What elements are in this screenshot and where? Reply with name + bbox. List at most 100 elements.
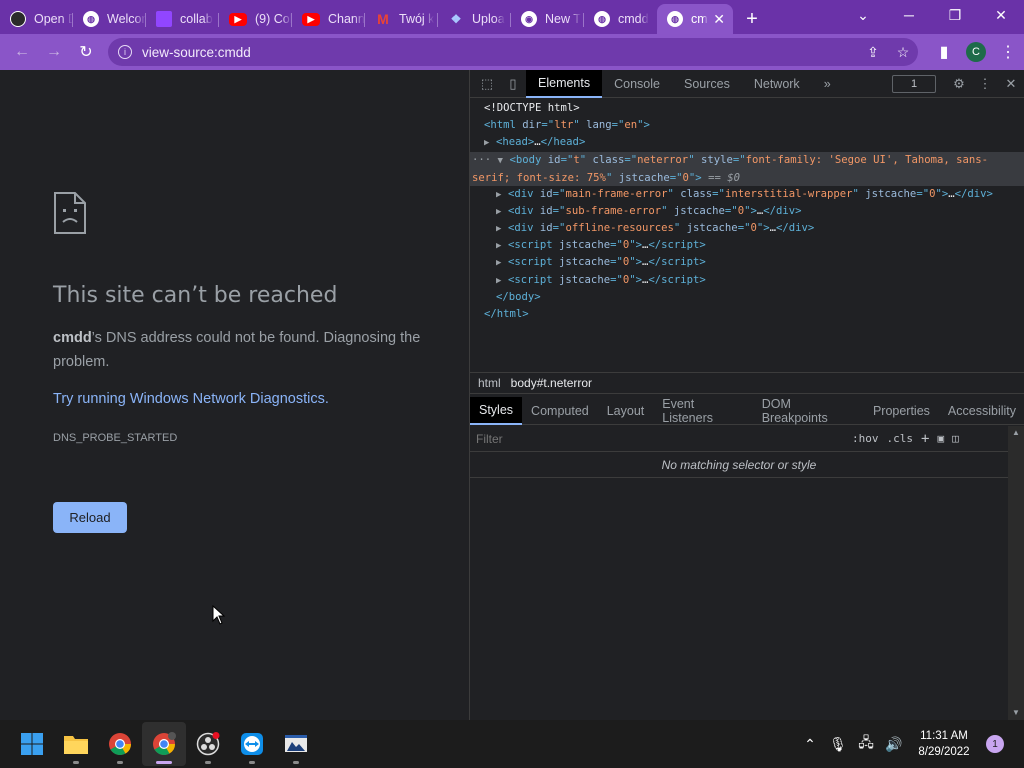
tab-title: New T [545, 12, 581, 26]
dom-node-offline-resources[interactable]: ▶ <div id="offline-resources" jstcache="0… [470, 220, 1024, 237]
styles-filter-input[interactable] [476, 428, 844, 449]
tab-0[interactable]: Open D [0, 4, 73, 34]
forward-button[interactable]: → [38, 36, 70, 68]
dom-node-html[interactable]: <html dir="ltr" lang="en"> [470, 117, 1024, 134]
tab-elements[interactable]: Elements [526, 69, 603, 98]
devtools-menu-icon[interactable]: ⋮ [972, 70, 998, 98]
microphone-icon[interactable]: 🎙 [824, 736, 852, 753]
tab-computed[interactable]: Computed [522, 397, 598, 425]
inspect-element-icon[interactable]: ⬚ [474, 70, 500, 98]
dom-node-body-selected[interactable]: ··· ▼ <body id="t" class="neterror" style… [470, 151, 1024, 186]
file-explorer-icon[interactable] [54, 722, 98, 766]
dom-tree: <!DOCTYPE html> <html dir="ltr" lang="en… [470, 98, 1024, 323]
clock[interactable]: 11:31 AM 8/29/2022 [912, 728, 976, 760]
tab-properties[interactable]: Properties [864, 397, 939, 425]
share-icon[interactable]: ⇪ [858, 44, 888, 61]
error-host: cmdd [53, 330, 92, 346]
tab-3[interactable]: ▶ (9) Col [219, 4, 292, 34]
avatar: C [966, 42, 986, 62]
tab-6[interactable]: ❖ Uploa [438, 4, 511, 34]
breadcrumb: html body#t.neterror [470, 372, 1024, 394]
tab-event-listeners[interactable]: Event Listeners [653, 397, 752, 425]
back-button[interactable]: ← [6, 36, 38, 68]
devtools-panel: ⬚ ▯ Elements Console Sources Network » 1… [469, 69, 1024, 720]
class-toggle[interactable]: .cls [887, 432, 914, 445]
close-window-button[interactable]: ✕ [978, 0, 1024, 30]
more-tabs-icon[interactable]: » [812, 70, 843, 98]
chevron-up-icon[interactable]: ⌃ [796, 736, 824, 753]
dom-node-main-frame-error[interactable]: ▶ <div id="main-frame-error" class="inter… [470, 186, 1024, 203]
tab-layout[interactable]: Layout [598, 397, 654, 425]
dom-node-html-close[interactable]: </html> [470, 306, 1024, 323]
tab-2[interactable]: collab [146, 4, 219, 34]
tab-1[interactable]: ◍ Welcome [73, 4, 146, 34]
side-panel-icon[interactable]: ▮ [928, 36, 960, 68]
error-description: cmdd’s DNS address could not be found. D… [53, 326, 423, 374]
menu-kebab-icon[interactable]: ⋮ [992, 36, 1024, 68]
tab-dom-breakpoints[interactable]: DOM Breakpoints [753, 397, 864, 425]
dom-node-script[interactable]: ▶ <script jstcache="0">…</script> [470, 237, 1024, 254]
scroll-up-icon[interactable]: ▲ [1008, 426, 1024, 440]
new-tab-button[interactable]: + [737, 4, 767, 34]
teamviewer-taskbar-icon[interactable] [230, 722, 274, 766]
scroll-down-icon[interactable]: ▼ [1008, 706, 1024, 720]
error-code: DNS_PROBE_STARTED [53, 432, 178, 444]
minimize-button[interactable]: ─ [886, 0, 932, 30]
tab-9-active[interactable]: ◍ cm ✕ [657, 4, 733, 34]
close-tab-icon[interactable]: ✕ [713, 11, 725, 28]
tab-styles[interactable]: Styles [470, 396, 523, 425]
reload-page-button[interactable]: ↻ [70, 36, 102, 68]
toggle-sidebar-icon[interactable]: ◫ [952, 432, 959, 445]
info-icon[interactable]: i [118, 45, 132, 59]
dom-node-script[interactable]: ▶ <script jstcache="0">…</script> [470, 272, 1024, 289]
reload-button[interactable]: Reload [53, 502, 127, 533]
issues-counter[interactable]: 1 [892, 75, 936, 93]
tab-5[interactable]: M Twój k [365, 4, 438, 34]
tab-7[interactable]: ◉ New T [511, 4, 584, 34]
app-window-taskbar-icon[interactable] [274, 722, 318, 766]
restore-button[interactable]: ❐ [932, 0, 978, 30]
system-tray: ⌃ 🎙 🖧 🔊 11:31 AM 8/29/2022 1 [796, 720, 1024, 768]
styles-scrollbar[interactable]: ▲ ▼ [1008, 426, 1024, 720]
error-page: This site can’t be reached cmdd’s DNS ad… [0, 70, 469, 720]
dom-node-sub-frame-error[interactable]: ▶ <div id="sub-frame-error" jstcache="0">… [470, 203, 1024, 220]
tab-accessibility[interactable]: Accessibility [939, 397, 1024, 425]
profile-button[interactable]: C [960, 36, 992, 68]
tab-title: Twój k [399, 12, 435, 26]
settings-gear-icon[interactable]: ⚙ [946, 70, 972, 98]
crumb-html[interactable]: html [478, 376, 501, 390]
device-toolbar-icon[interactable]: ▯ [500, 70, 526, 98]
tab-title: Chann [328, 12, 365, 26]
tab-search-icon[interactable]: ⌄ [840, 0, 886, 30]
chrome-taskbar-icon[interactable] [98, 722, 142, 766]
tab-title: Uploa [472, 12, 505, 26]
sad-document-icon [54, 192, 86, 234]
chrome-world-icon: ◍ [594, 11, 610, 27]
tab-sources[interactable]: Sources [672, 70, 742, 98]
windows-start-icon[interactable] [10, 722, 54, 766]
new-style-rule-icon[interactable]: + [921, 431, 929, 447]
tab-8[interactable]: ◍ cmdd [584, 4, 657, 34]
notification-badge[interactable]: 1 [986, 735, 1004, 753]
dom-node-head[interactable]: ▶ <head>…</head> [470, 134, 1024, 151]
obs-icon [10, 11, 26, 27]
dom-node-body-close[interactable]: </body> [470, 289, 1024, 306]
volume-icon[interactable]: 🔊 [880, 736, 908, 753]
youtube-icon: ▶ [302, 12, 320, 26]
running-indicator [73, 761, 79, 764]
tab-4[interactable]: ▶ Chann [292, 4, 365, 34]
chrome-profile-taskbar-icon[interactable] [142, 722, 186, 766]
tab-console[interactable]: Console [602, 70, 672, 98]
obs-taskbar-icon[interactable] [186, 722, 230, 766]
bookmark-star-icon[interactable]: ☆ [888, 44, 918, 61]
close-devtools-icon[interactable]: ✕ [998, 70, 1024, 98]
crumb-body[interactable]: body#t.neterror [511, 376, 592, 390]
hover-state-toggle[interactable]: :hov [852, 432, 879, 445]
paint-roller-icon[interactable]: ▣ [937, 432, 944, 445]
network-icon[interactable]: 🖧 [852, 732, 880, 756]
dom-node-script[interactable]: ▶ <script jstcache="0">…</script> [470, 254, 1024, 271]
dom-node-doctype[interactable]: <!DOCTYPE html> [470, 100, 1024, 117]
address-bar[interactable]: i view-source:cmdd ⇪ ☆ [108, 38, 918, 66]
tab-network[interactable]: Network [742, 70, 812, 98]
network-diagnostics-link[interactable]: Try running Windows Network Diagnostics. [53, 391, 329, 407]
